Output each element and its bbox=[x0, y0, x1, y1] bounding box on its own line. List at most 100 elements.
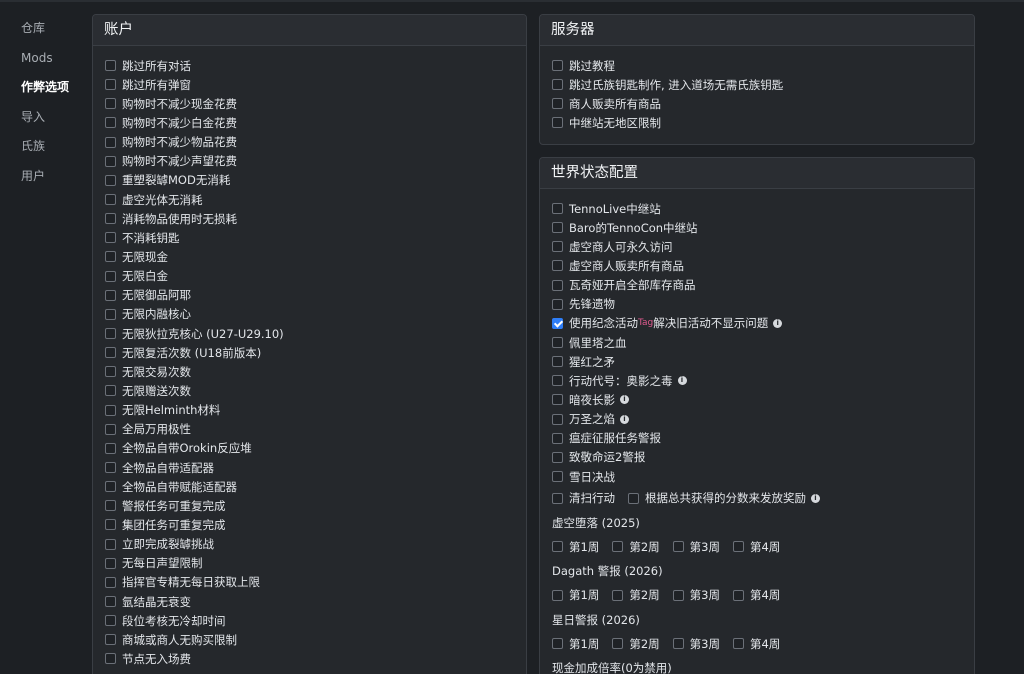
option-row[interactable]: 佩里塔之血 bbox=[552, 333, 962, 352]
option-row[interactable]: 氩结晶无衰变 bbox=[105, 592, 514, 611]
option-row[interactable]: 无限现金 bbox=[105, 247, 514, 266]
checkbox[interactable] bbox=[105, 213, 116, 225]
info-circle-icon[interactable]: i bbox=[811, 493, 820, 503]
checkbox[interactable] bbox=[552, 241, 563, 253]
week-option[interactable]: 第1周 bbox=[552, 539, 599, 555]
option-row[interactable]: 购物时不减少白金花费 bbox=[105, 113, 514, 132]
cleanup-score-reward-option[interactable]: 根据总共获得的分数来发放奖励 i bbox=[628, 490, 820, 506]
sidebar-item-inventory[interactable]: 仓库 bbox=[0, 14, 90, 44]
week-option[interactable]: 第2周 bbox=[612, 587, 660, 603]
checkbox[interactable] bbox=[105, 519, 116, 531]
sidebar-item-import[interactable]: 导入 bbox=[0, 103, 90, 133]
option-row[interactable]: 致敬命运2警报 bbox=[552, 448, 962, 467]
option-row[interactable]: 全局万用极性 bbox=[105, 420, 514, 439]
option-row[interactable]: 购物时不减少物品花费 bbox=[105, 133, 514, 152]
option-row[interactable]: 瘟症征服任务警报 bbox=[552, 429, 962, 448]
option-row[interactable]: 商城或商人无购买限制 bbox=[105, 630, 514, 649]
sidebar-item-clan[interactable]: 氏族 bbox=[0, 132, 90, 162]
week-option[interactable]: 第2周 bbox=[612, 539, 660, 555]
option-row[interactable]: 跳过氏族钥匙制作, 进入道场无需氏族钥匙 bbox=[552, 75, 962, 94]
option-row[interactable]: 虚空商人可永久访问 bbox=[552, 237, 962, 256]
option-row-memorial-tag[interactable]: 使用纪念活动 Tag 解决旧活动不显示问题 i bbox=[552, 314, 962, 333]
checkbox[interactable] bbox=[105, 557, 116, 569]
checkbox[interactable] bbox=[552, 541, 563, 553]
checkbox[interactable] bbox=[105, 481, 116, 493]
checkbox[interactable] bbox=[105, 653, 116, 665]
checkbox[interactable] bbox=[552, 638, 563, 650]
option-row[interactable]: 万圣之焰 i bbox=[552, 410, 962, 429]
checkbox[interactable] bbox=[105, 60, 116, 72]
checkbox[interactable] bbox=[105, 500, 116, 512]
checkbox[interactable] bbox=[105, 385, 116, 397]
info-circle-icon[interactable]: i bbox=[620, 414, 629, 424]
option-row[interactable]: 中继站无地区限制 bbox=[552, 113, 962, 132]
option-row[interactable]: 全物品自带适配器 bbox=[105, 458, 514, 477]
week-option[interactable]: 第4周 bbox=[732, 636, 780, 652]
option-row[interactable]: 猩红之矛 bbox=[552, 352, 962, 371]
option-row[interactable]: 指挥官专精无每日获取上限 bbox=[105, 573, 514, 592]
checkbox[interactable] bbox=[105, 347, 116, 359]
checkbox[interactable] bbox=[552, 203, 563, 215]
week-option[interactable]: 第3周 bbox=[672, 539, 720, 555]
option-row[interactable]: 跳过教程 bbox=[552, 56, 962, 75]
option-row[interactable]: 无限复活次数 (U18前版本) bbox=[105, 343, 514, 362]
sidebar-item-mods[interactable]: Mods bbox=[0, 44, 90, 74]
week-option[interactable]: 第2周 bbox=[612, 636, 660, 652]
checkbox[interactable] bbox=[105, 270, 116, 282]
checkbox[interactable] bbox=[552, 451, 563, 463]
option-row[interactable]: 先锋遗物 bbox=[552, 295, 962, 314]
checkbox[interactable] bbox=[552, 432, 563, 444]
week-option[interactable]: 第3周 bbox=[672, 587, 720, 603]
checkbox[interactable] bbox=[105, 404, 116, 416]
option-row[interactable]: 购物时不减少声望花费 bbox=[105, 152, 514, 171]
option-row[interactable]: 不消耗钥匙 bbox=[105, 228, 514, 247]
checkbox[interactable] bbox=[105, 596, 116, 607]
option-row[interactable]: 无限白金 bbox=[105, 267, 514, 286]
checkbox[interactable] bbox=[552, 298, 563, 310]
checkbox[interactable] bbox=[612, 589, 624, 601]
checkbox[interactable] bbox=[105, 194, 116, 206]
checkbox[interactable] bbox=[105, 155, 116, 167]
option-row[interactable]: 无限交易次数 bbox=[105, 362, 514, 381]
checkbox[interactable] bbox=[552, 413, 563, 425]
week-option[interactable]: 第3周 bbox=[672, 636, 720, 652]
checkbox[interactable] bbox=[672, 589, 684, 601]
checkbox[interactable] bbox=[105, 174, 116, 186]
checkbox[interactable] bbox=[105, 117, 116, 129]
checkbox[interactable] bbox=[612, 638, 624, 650]
checkbox[interactable] bbox=[552, 337, 563, 349]
checkbox[interactable] bbox=[672, 541, 684, 553]
checkbox[interactable] bbox=[732, 638, 744, 650]
option-row[interactable]: 无限狄拉克核心 (U27-U29.10) bbox=[105, 324, 514, 343]
option-row[interactable]: 重塑裂罅MOD无消耗 bbox=[105, 171, 514, 190]
option-row[interactable]: 跳过所有弹窗 bbox=[105, 75, 514, 94]
checkbox[interactable] bbox=[552, 492, 563, 504]
checkbox[interactable] bbox=[552, 356, 563, 368]
checkbox[interactable] bbox=[105, 634, 116, 646]
checkbox[interactable] bbox=[105, 251, 116, 263]
sidebar-item-cheats[interactable]: 作弊选项 bbox=[0, 73, 90, 103]
option-row[interactable]: 无限内融核心 bbox=[105, 305, 514, 324]
info-circle-icon[interactable]: i bbox=[773, 318, 783, 328]
checkbox[interactable] bbox=[552, 260, 563, 272]
checkbox-checked[interactable] bbox=[552, 317, 563, 329]
option-row[interactable]: 虚空光体无消耗 bbox=[105, 190, 514, 209]
option-row[interactable]: 节点无入场费 bbox=[105, 649, 514, 668]
checkbox[interactable] bbox=[552, 279, 563, 291]
checkbox[interactable] bbox=[105, 462, 116, 474]
checkbox[interactable] bbox=[105, 328, 116, 340]
checkbox[interactable] bbox=[552, 60, 563, 72]
checkbox[interactable] bbox=[552, 589, 563, 601]
option-row[interactable]: 警报任务可重复完成 bbox=[105, 496, 514, 515]
checkbox[interactable] bbox=[105, 98, 116, 110]
option-row[interactable]: TennoLive中继站 bbox=[552, 199, 962, 218]
option-row[interactable]: 无限御品阿耶 bbox=[105, 286, 514, 305]
checkbox[interactable] bbox=[612, 541, 624, 553]
week-option[interactable]: 第1周 bbox=[552, 636, 599, 652]
checkbox[interactable] bbox=[552, 375, 563, 387]
option-row[interactable]: 虚空商人贩卖所有商品 bbox=[552, 256, 962, 275]
option-row[interactable]: 暗夜长影 i bbox=[552, 390, 962, 409]
checkbox[interactable] bbox=[732, 541, 744, 553]
checkbox[interactable] bbox=[732, 589, 744, 601]
option-row[interactable]: 无每日声望限制 bbox=[105, 554, 514, 573]
